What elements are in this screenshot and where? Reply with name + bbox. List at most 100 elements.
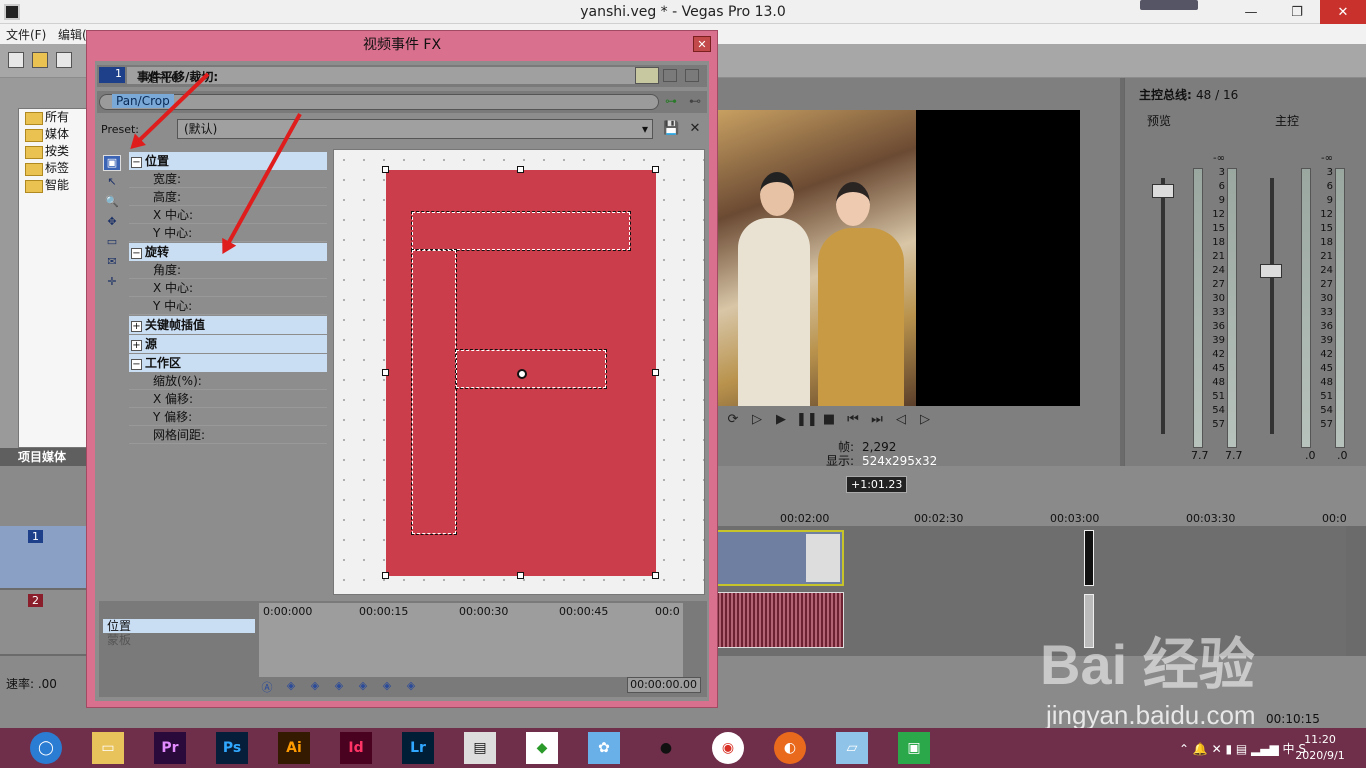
menu-edit[interactable]: 编辑( (58, 26, 87, 43)
prop-x-offset[interactable]: X 偏移: (129, 390, 327, 408)
taskbar-premiere[interactable]: Pr (154, 732, 186, 764)
pause-icon[interactable]: ❚❚ (796, 412, 818, 428)
remove-plugin-icon[interactable]: ⊷ (689, 94, 701, 108)
prop-x-center[interactable]: X 中心: (129, 206, 327, 224)
fx-close-button[interactable]: ✕ (693, 36, 711, 52)
taskbar-app-icon[interactable]: ✿ (588, 732, 620, 764)
taskbar-qq-icon[interactable]: ● (650, 732, 682, 764)
taskbar-photoshop[interactable]: Ps (216, 732, 248, 764)
add-keyframe-icon[interactable]: ◈ (331, 679, 347, 693)
tree-item[interactable]: 智能 (19, 177, 87, 194)
video-event-clip[interactable] (716, 530, 844, 586)
minimize-button[interactable]: — (1228, 0, 1274, 24)
pan-crop-canvas[interactable] (333, 149, 705, 595)
prop-width[interactable]: 宽度: (129, 170, 327, 188)
prop-rot-y-center[interactable]: Y 中心: (129, 297, 327, 315)
view-grid-icon[interactable] (685, 69, 699, 82)
master-fader[interactable] (1260, 264, 1282, 278)
first-keyframe-icon[interactable]: ◈ (283, 679, 299, 693)
tree-item[interactable]: 媒体 (19, 126, 87, 143)
preview-fader[interactable] (1152, 184, 1174, 198)
stop-icon[interactable]: ■ (820, 412, 838, 428)
prev-frame-icon[interactable]: ◁ (892, 412, 910, 428)
next-keyframe-icon[interactable]: ◈ (355, 679, 371, 693)
delete-keyframe-icon[interactable]: ◈ (403, 679, 419, 693)
taskbar-lightroom[interactable]: Lr (402, 732, 434, 764)
view-split-icon[interactable] (663, 69, 677, 82)
prop-zoom[interactable]: 缩放(%): (129, 372, 327, 390)
go-end-icon[interactable]: ⏭ (868, 412, 886, 428)
normal-edit-tool-icon[interactable]: ↖ (103, 175, 121, 191)
file-explorer-icon[interactable]: ▭ (92, 732, 124, 764)
play-from-start-icon[interactable]: ▷ (748, 412, 766, 428)
tree-item[interactable]: 所有 (19, 109, 87, 126)
go-start-icon[interactable]: ⏮ (844, 412, 862, 428)
last-keyframe-icon[interactable]: ◈ (379, 679, 395, 693)
taskbar-app-icon[interactable]: ▱ (836, 732, 868, 764)
taskbar-app-icon[interactable]: ◆ (526, 732, 558, 764)
section-source[interactable]: + 源 (129, 335, 327, 353)
aspect-ratio-icon[interactable]: ▭ (103, 235, 121, 251)
maximize-button[interactable]: ❐ (1274, 0, 1320, 24)
section-position[interactable]: − 位置 (129, 152, 327, 170)
edit-mode-icon[interactable]: ▣ (103, 155, 121, 171)
taskbar-clock[interactable]: 11:20 2020/9/1 (1280, 732, 1360, 764)
start-search-icon[interactable]: ◯ (30, 732, 62, 764)
loop-icon[interactable]: ⟳ (724, 412, 742, 428)
resize-handle[interactable] (382, 166, 389, 173)
tab-project-media[interactable]: 项目媒体 (0, 448, 88, 466)
menu-file[interactable]: 文件(F) (6, 26, 46, 43)
delete-preset-icon[interactable]: ✕ (687, 121, 703, 137)
plugin-chain-icon[interactable]: ⊶ (665, 94, 677, 108)
taskbar-chrome-icon[interactable]: ◉ (712, 732, 744, 764)
fx-chain-index[interactable]: 1 (99, 67, 125, 83)
resize-handle[interactable] (652, 369, 659, 376)
kf-track-position[interactable]: 位置 (103, 619, 255, 633)
audio-event-clip[interactable] (716, 592, 844, 648)
play-icon[interactable]: ▶ (772, 412, 790, 428)
move-tool-icon[interactable]: ✥ (103, 215, 121, 231)
new-project-icon[interactable] (8, 52, 24, 68)
video-event-marker[interactable] (1084, 530, 1094, 586)
taskbar-illustrator[interactable]: Ai (278, 732, 310, 764)
tray-icons[interactable]: ⌃ 🔔 ✕ ▮ ▤ ▂▄▆ (1179, 742, 1283, 756)
crop-frame[interactable] (382, 166, 659, 579)
close-button[interactable]: ✕ (1320, 0, 1366, 24)
zoom-tool-icon[interactable]: 🔍 (103, 195, 121, 211)
tree-item[interactable]: 按类 (19, 143, 87, 160)
prop-angle[interactable]: 角度: (129, 261, 327, 279)
taskbar-app-icon[interactable]: ▣ (898, 732, 930, 764)
save-icon[interactable] (56, 52, 72, 68)
view-single-icon[interactable] (635, 67, 659, 84)
preview-fader-track[interactable] (1161, 178, 1165, 434)
video-track-header[interactable]: 1 (0, 526, 88, 588)
master-fader-track[interactable] (1270, 178, 1274, 434)
prop-y-offset[interactable]: Y 偏移: (129, 408, 327, 426)
prop-height[interactable]: 高度: (129, 188, 327, 206)
kf-track-mask[interactable]: 蒙板 (103, 633, 255, 647)
prop-grid-spacing[interactable]: 网格间距: (129, 426, 327, 444)
taskbar-app-icon[interactable]: ◐ (774, 732, 806, 764)
size-about-center-icon[interactable]: ✉ (103, 255, 121, 271)
resize-handle[interactable] (382, 369, 389, 376)
resize-handle[interactable] (517, 166, 524, 173)
resize-handle[interactable] (517, 572, 524, 579)
save-preset-icon[interactable]: 💾 (663, 121, 679, 137)
preset-dropdown[interactable]: (默认) (177, 119, 653, 139)
next-frame-icon[interactable]: ▷ (916, 412, 934, 428)
taskbar-vegas[interactable]: ▤ (464, 732, 496, 764)
keyframe-timecode[interactable]: 00:00:00.00 (627, 677, 701, 693)
resize-handle[interactable] (652, 572, 659, 579)
prop-rot-x-center[interactable]: X 中心: (129, 279, 327, 297)
plugin-pan-crop[interactable]: Pan/Crop (112, 94, 174, 108)
resize-handle[interactable] (652, 166, 659, 173)
prev-keyframe-icon[interactable]: ◈ (307, 679, 323, 693)
center-handle[interactable] (517, 369, 527, 379)
sync-cursor-icon[interactable]: Ⓐ (259, 679, 275, 694)
open-folder-icon[interactable] (32, 52, 48, 68)
section-workspace[interactable]: − 工作区 (129, 354, 327, 372)
keyframe-lane[interactable]: 0:00:000 00:00:15 00:00:30 00:00:45 00:0 (259, 603, 683, 677)
resize-handle[interactable] (382, 572, 389, 579)
taskbar-indesign[interactable]: Id (340, 732, 372, 764)
move-freely-icon[interactable]: ✛ (103, 275, 121, 291)
